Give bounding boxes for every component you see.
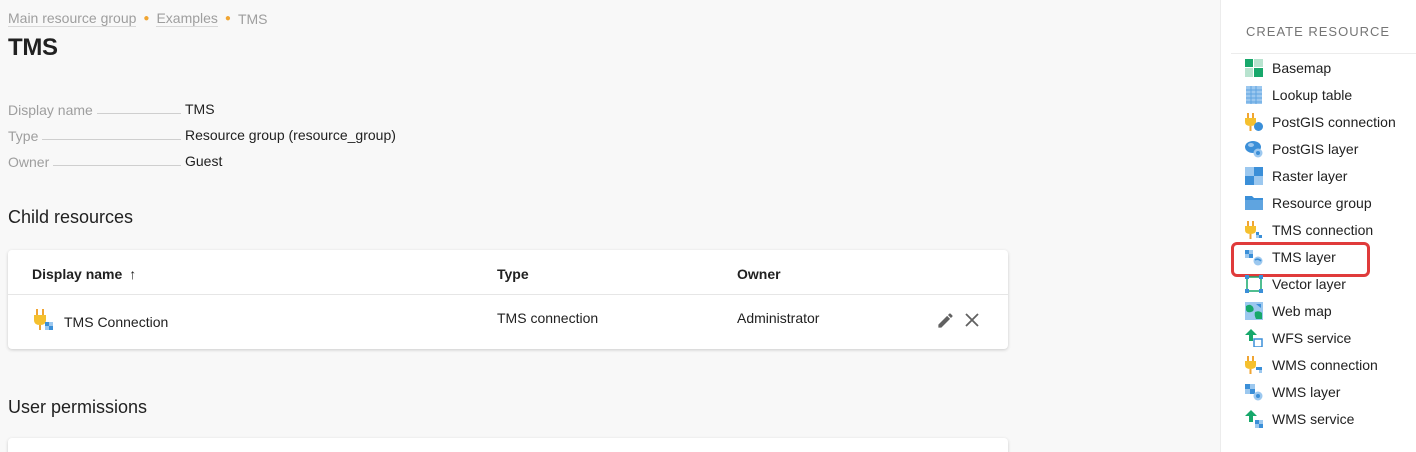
create-resource-sidebar: CREATE RESOURCE Basemap Lookup table Pos… [1220, 0, 1416, 452]
sidebar-item-tms-layer[interactable]: TMS layer [1231, 242, 1416, 277]
tms-layer-icon [1245, 248, 1263, 266]
table-header: Display name ↑ Type Owner [8, 250, 1008, 295]
breadcrumb-separator: ● [143, 13, 150, 24]
edit-button[interactable] [933, 308, 957, 332]
property-row: Owner Guest [8, 144, 608, 170]
sidebar-item-raster-layer[interactable]: Raster layer [1231, 162, 1416, 189]
sidebar-item-label: PostGIS connection [1272, 113, 1396, 130]
sidebar-item-tms-connection[interactable]: TMS connection [1231, 216, 1416, 243]
sidebar-item-label: TMS layer [1272, 248, 1336, 265]
sidebar-item-label: Resource group [1272, 194, 1372, 211]
vector-layer-icon [1245, 274, 1263, 293]
breadcrumb-link-main[interactable]: Main resource group [8, 10, 137, 27]
column-header-type[interactable]: Type [497, 266, 529, 282]
folder-icon [1245, 194, 1263, 212]
tms-connection-icon [34, 309, 53, 330]
row-owner: Administrator [737, 310, 820, 326]
basemap-icon [1245, 58, 1263, 77]
breadcrumb-link-examples[interactable]: Examples [156, 10, 218, 27]
sidebar-item-label: WFS service [1272, 329, 1352, 346]
lookup-table-icon [1245, 85, 1263, 104]
close-icon [965, 313, 979, 327]
property-row: Type Resource group (resource_group) [8, 118, 608, 144]
wfs-service-icon [1245, 328, 1263, 347]
property-value: Guest [185, 153, 223, 169]
create-resource-list: Basemap Lookup table PostGIS connection … [1231, 53, 1416, 432]
property-row: Display name TMS [8, 92, 608, 118]
row-type: TMS connection [497, 310, 599, 326]
property-label: Type [8, 128, 39, 144]
breadcrumb-current: TMS [237, 10, 268, 27]
child-resources-heading: Child resources [8, 207, 134, 227]
row-display-name[interactable]: TMS Connection [64, 314, 168, 330]
sidebar-item-label: WMS service [1272, 410, 1355, 427]
sidebar-item-basemap[interactable]: Basemap [1231, 54, 1416, 81]
breadcrumb: Main resource group ● Examples ● TMS [8, 10, 268, 27]
postgis-connection-icon [1245, 112, 1263, 131]
property-label: Owner [8, 154, 50, 170]
breadcrumb-separator: ● [224, 13, 231, 24]
properties-list: Display name TMS Type Resource group (re… [8, 92, 608, 170]
user-permissions-heading: User permissions [8, 397, 148, 417]
column-header-display-name[interactable]: Display name ↑ [32, 266, 136, 282]
sidebar-item-wms-service[interactable]: WMS service [1231, 405, 1416, 432]
delete-button[interactable] [960, 308, 984, 332]
tms-connection-icon [1245, 220, 1263, 239]
sidebar-item-label: Basemap [1272, 59, 1332, 76]
sidebar-item-label: WMS connection [1272, 356, 1378, 373]
raster-layer-icon [1245, 166, 1263, 185]
sidebar-item-vector-layer[interactable]: Vector layer [1231, 270, 1416, 297]
user-permissions-table [8, 438, 1008, 452]
sidebar-item-label: Raster layer [1272, 167, 1348, 184]
sidebar-item-label: WMS layer [1272, 383, 1341, 400]
sidebar-item-postgis-connection[interactable]: PostGIS connection [1231, 108, 1416, 135]
main-content: Main resource group ● Examples ● TMS TMS… [0, 0, 1220, 452]
sidebar-item-wms-connection[interactable]: WMS connection [1231, 351, 1416, 378]
sidebar-item-label: TMS connection [1272, 221, 1374, 238]
sidebar-item-label: Lookup table [1272, 86, 1353, 103]
wms-service-icon [1245, 409, 1263, 428]
sidebar-item-label: Web map [1272, 302, 1332, 319]
sidebar-item-label: Vector layer [1272, 275, 1346, 292]
child-resources-table: Display name ↑ Type Owner TMS Connection [8, 250, 1008, 349]
pencil-icon [937, 312, 953, 328]
sidebar-item-lookup-table[interactable]: Lookup table [1231, 81, 1416, 108]
web-map-icon [1245, 301, 1263, 320]
sidebar-item-resource-group[interactable]: Resource group [1231, 189, 1416, 216]
table-row[interactable]: TMS Connection TMS connection Administra… [8, 295, 1008, 349]
sidebar-item-label: PostGIS layer [1272, 140, 1359, 157]
wms-connection-icon [1245, 355, 1263, 374]
sidebar-title: CREATE RESOURCE [1246, 24, 1391, 39]
property-value: Resource group (resource_group) [185, 127, 396, 143]
sidebar-item-wfs-service[interactable]: WFS service [1231, 324, 1416, 351]
sidebar-item-web-map[interactable]: Web map [1231, 297, 1416, 324]
sidebar-item-wms-layer[interactable]: WMS layer [1231, 378, 1416, 405]
sidebar-item-postgis-layer[interactable]: PostGIS layer [1231, 135, 1416, 162]
property-value: TMS [185, 101, 215, 117]
property-label: Display name [8, 102, 93, 118]
sort-ascending-icon: ↑ [129, 266, 137, 282]
page-title: TMS [8, 34, 58, 61]
wms-layer-icon [1245, 383, 1263, 401]
column-header-owner[interactable]: Owner [737, 266, 781, 282]
postgis-layer-icon [1245, 140, 1263, 158]
